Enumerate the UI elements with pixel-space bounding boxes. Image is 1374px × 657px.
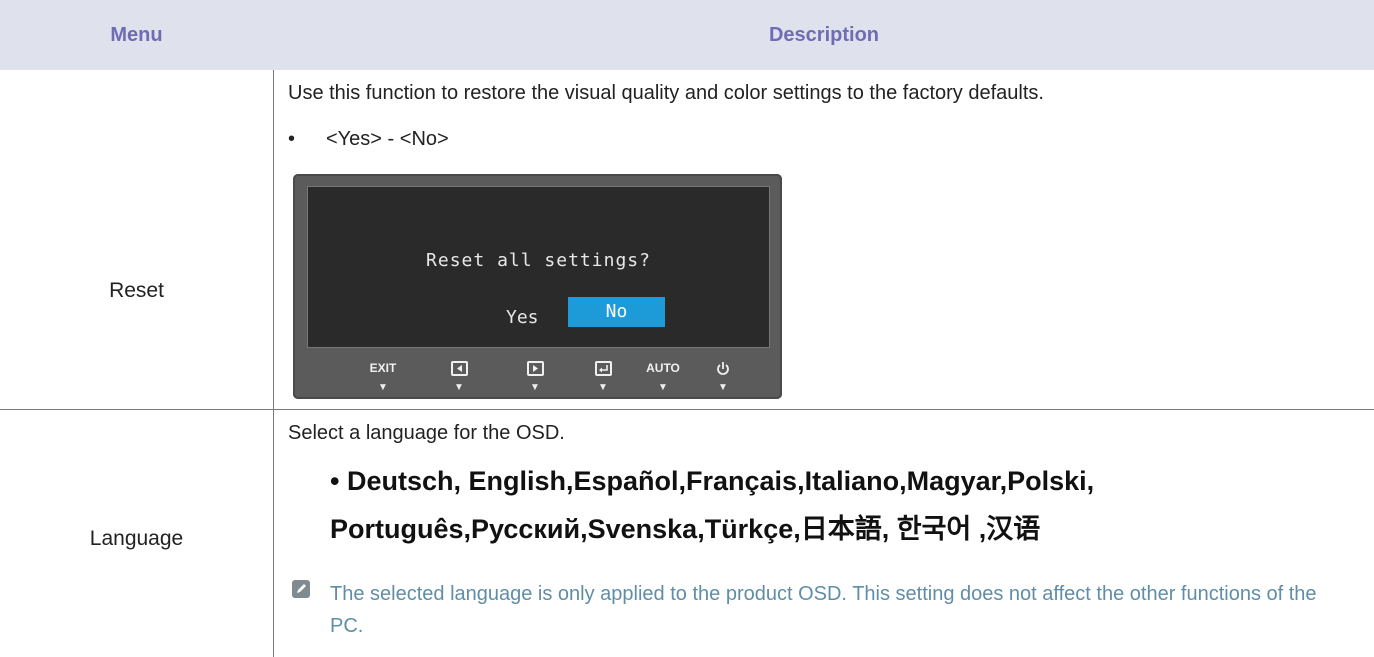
column-divider bbox=[273, 70, 274, 657]
right-icon bbox=[515, 361, 555, 377]
osd-exit-button: EXIT bbox=[369, 361, 397, 375]
osd-question: Reset all settings? bbox=[426, 250, 651, 271]
language-note: The selected language is only applied to… bbox=[330, 583, 1317, 637]
left-icon bbox=[439, 361, 479, 377]
osd-arrow-icon: ▼ bbox=[658, 382, 668, 393]
osd-arrow-icon: ▼ bbox=[378, 382, 388, 393]
header-description: Description bbox=[768, 24, 880, 46]
header-menu: Menu bbox=[110, 24, 163, 46]
table-header: Menu Description bbox=[0, 0, 1374, 70]
osd-arrow-icon: ▼ bbox=[530, 382, 540, 393]
osd-arrow-icon: ▼ bbox=[598, 382, 608, 393]
osd-screenshot: Reset all settings? Yes No EXIT AUTO ▼ ▼… bbox=[293, 174, 782, 399]
osd-arrow-icon: ▼ bbox=[718, 382, 728, 393]
osd-auto-button: AUTO bbox=[646, 361, 680, 375]
menu-language: Language bbox=[89, 527, 184, 550]
note-icon bbox=[292, 580, 310, 598]
osd-no-option: No bbox=[568, 297, 665, 327]
reset-options-text: <Yes> - <No> bbox=[326, 128, 449, 150]
enter-icon bbox=[583, 361, 623, 377]
language-list-line-2: Português,Русский,Svenska,Türkçe,日本語, 한국… bbox=[330, 514, 1041, 544]
bullet-marker: • bbox=[288, 128, 296, 150]
row-divider bbox=[0, 409, 1374, 410]
language-description: Select a language for the OSD. bbox=[288, 422, 565, 444]
reset-options: • <Yes> - <No> bbox=[288, 128, 449, 151]
osd-screen: Reset all settings? Yes No bbox=[307, 186, 770, 348]
reset-description: Use this function to restore the visual … bbox=[288, 82, 1044, 104]
menu-reset: Reset bbox=[109, 279, 164, 302]
settings-table: Menu Description Reset Use this function… bbox=[0, 0, 1374, 657]
osd-yes-option: Yes bbox=[506, 307, 539, 328]
language-list-line-1: • Deutsch, English,Español,Français,Ital… bbox=[330, 466, 1095, 496]
power-icon bbox=[703, 361, 743, 380]
osd-arrow-icon: ▼ bbox=[454, 382, 464, 393]
